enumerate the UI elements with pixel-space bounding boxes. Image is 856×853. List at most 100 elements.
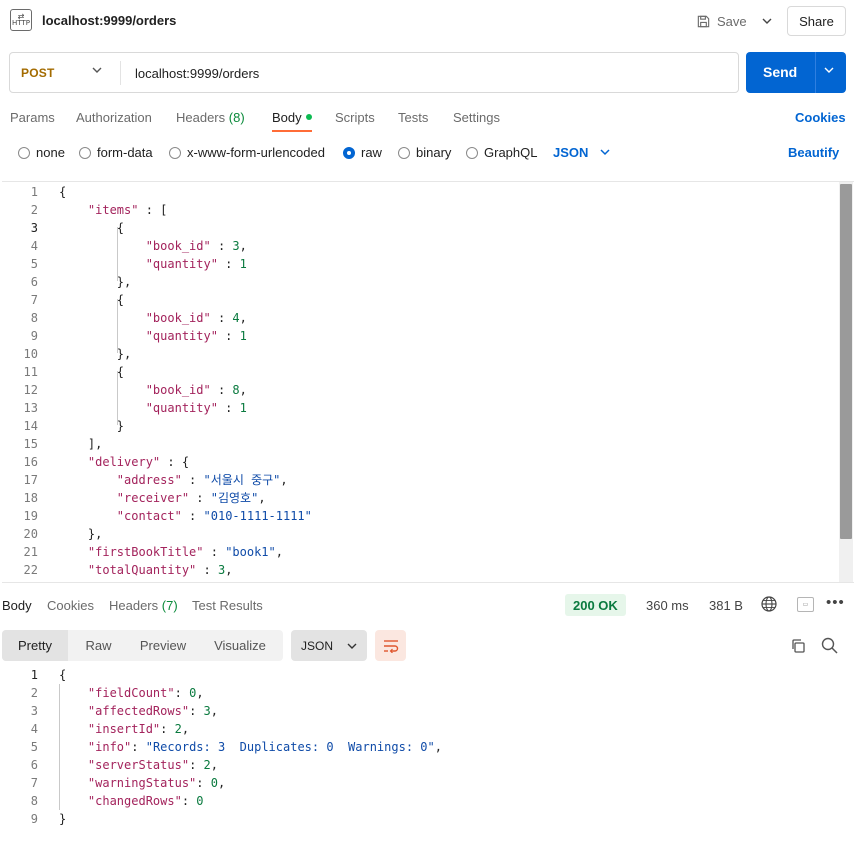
copy-icon[interactable] xyxy=(790,638,806,654)
response-format-select[interactable]: JSON xyxy=(291,630,367,661)
request-tabs: Params Authorization Headers (8) Body Sc… xyxy=(0,106,856,132)
tab-scripts[interactable]: Scripts xyxy=(335,110,375,125)
request-title[interactable]: localhost:9999/orders xyxy=(42,13,176,28)
line-number: 13 xyxy=(23,401,38,415)
code-line[interactable]: "warningStatus": 0, xyxy=(59,774,225,792)
code-line[interactable]: "quantity" : 1 xyxy=(59,399,247,417)
view-visualize[interactable]: Visualize xyxy=(197,630,283,661)
active-tab-underline xyxy=(272,130,312,132)
code-line[interactable]: "book_id" : 8, xyxy=(59,381,247,399)
line-number: 11 xyxy=(23,365,38,379)
tab-params[interactable]: Params xyxy=(10,110,55,125)
resp-tab-cookies[interactable]: Cookies xyxy=(47,598,94,613)
code-line[interactable]: { xyxy=(59,291,124,309)
resp-tab-headers[interactable]: Headers (7) xyxy=(109,598,178,613)
line-number: 5 xyxy=(30,740,38,754)
code-line[interactable]: "totalQuantity" : 3, xyxy=(59,561,233,579)
code-line[interactable]: "book_id" : 4, xyxy=(59,309,247,327)
line-number: 7 xyxy=(30,293,38,307)
search-icon[interactable] xyxy=(821,637,838,654)
tab-headers[interactable]: Headers (8) xyxy=(176,110,245,125)
code-line[interactable]: "receiver" : "김영호", xyxy=(59,489,266,507)
code-line[interactable]: "quantity" : 1 xyxy=(59,255,247,273)
code-line[interactable]: "contact" : "010-1111-1111" xyxy=(59,507,312,525)
code-line[interactable]: } xyxy=(59,417,124,435)
send-button[interactable]: Send xyxy=(746,52,846,93)
globe-icon[interactable] xyxy=(761,596,777,612)
view-preview[interactable]: Preview xyxy=(129,630,197,661)
beautify-button[interactable]: Beautify xyxy=(788,145,839,160)
line-number: 12 xyxy=(23,383,38,397)
tab-tests[interactable]: Tests xyxy=(398,110,428,125)
code-line[interactable]: "changedRows": 0 xyxy=(59,792,204,810)
code-line[interactable]: }, xyxy=(59,525,102,543)
radio-raw[interactable]: raw xyxy=(343,145,382,160)
view-raw[interactable]: Raw xyxy=(68,630,129,661)
body-format-select[interactable]: JSON xyxy=(553,145,610,160)
response-size[interactable]: 381 B xyxy=(709,598,743,613)
code-line[interactable]: "firstBookTitle" : "book1", xyxy=(59,543,283,561)
radio-circle xyxy=(79,146,91,159)
code-line[interactable]: { xyxy=(59,666,66,684)
radio-binary-label: binary xyxy=(416,145,452,160)
code-line[interactable]: "book_id" : 3, xyxy=(59,237,247,255)
tab-authorization[interactable]: Authorization xyxy=(76,110,152,125)
radio-urlencoded[interactable]: x-www-form-urlencoded xyxy=(169,145,325,160)
radio-none[interactable]: none xyxy=(18,145,65,160)
line-number: 9 xyxy=(30,329,38,343)
radio-form-data[interactable]: form-data xyxy=(79,145,153,160)
code-line[interactable]: "address" : "서울시 중구", xyxy=(59,471,288,489)
tab-body-label: Body xyxy=(272,110,302,125)
tab-settings[interactable]: Settings xyxy=(453,110,500,125)
wrap-lines-button[interactable] xyxy=(375,630,406,661)
code-line[interactable]: "items" : [ xyxy=(59,201,167,219)
resp-tab-headers-label: Headers xyxy=(109,598,159,613)
code-line[interactable]: "quantity" : 1 xyxy=(59,327,247,345)
resp-tab-body[interactable]: Body xyxy=(2,598,32,613)
code-line[interactable]: } xyxy=(59,810,66,828)
code-line[interactable]: "serverStatus": 2, xyxy=(59,756,218,774)
resp-headers-count: (7) xyxy=(161,598,178,613)
view-pretty[interactable]: Pretty xyxy=(2,630,68,661)
code-line[interactable]: "info": "Records: 3 Duplicates: 0 Warnin… xyxy=(59,738,442,756)
code-line[interactable]: }, xyxy=(59,273,131,291)
code-line[interactable]: { xyxy=(59,363,124,381)
response-tabs: Body Cookies Headers (7) Test Results 20… xyxy=(0,594,856,618)
save-button[interactable]: Save xyxy=(696,10,747,32)
code-line[interactable]: "insertId": 2, xyxy=(59,720,189,738)
cookies-link[interactable]: Cookies xyxy=(795,110,846,125)
tab-headers-label: Headers xyxy=(176,110,226,125)
http-file-icon: ⇄ HTTP xyxy=(10,9,32,31)
url-bar: POST localhost:9999/orders xyxy=(9,52,739,93)
response-time[interactable]: 360 ms xyxy=(646,598,689,613)
method-chevron-down-icon[interactable] xyxy=(92,64,102,76)
line-number: 14 xyxy=(23,419,38,433)
more-options-icon[interactable]: ••• xyxy=(826,594,845,611)
tab-body[interactable]: Body xyxy=(272,110,312,125)
method-select[interactable]: POST xyxy=(21,66,54,80)
save-response-icon[interactable]: ▭ xyxy=(797,597,814,612)
request-body-editor[interactable]: 1 {2 "items" : [3 {4 "book_id" : 3, 5 "qua… xyxy=(2,181,854,583)
radio-circle xyxy=(398,146,410,159)
line-number: 3 xyxy=(30,221,38,235)
url-input[interactable]: localhost:9999/orders xyxy=(135,66,259,81)
line-number: 4 xyxy=(30,239,38,253)
code-line[interactable]: { xyxy=(59,183,66,201)
code-line[interactable]: "affectedRows": 3, xyxy=(59,702,218,720)
resp-tab-test-results[interactable]: Test Results xyxy=(192,598,263,613)
code-line[interactable]: }, xyxy=(59,345,131,363)
share-button[interactable]: Share xyxy=(787,6,846,36)
line-number: 4 xyxy=(30,722,38,736)
code-line[interactable]: "fieldCount": 0, xyxy=(59,684,204,702)
line-number: 21 xyxy=(23,545,38,559)
send-options-chevron-icon[interactable] xyxy=(824,64,834,76)
editor-scrollbar-thumb[interactable] xyxy=(840,184,852,539)
code-line[interactable]: ], xyxy=(59,435,102,453)
status-badge[interactable]: 200 OK xyxy=(565,594,626,616)
radio-graphql[interactable]: GraphQL xyxy=(466,145,537,160)
code-line[interactable]: { xyxy=(59,219,124,237)
radio-binary[interactable]: binary xyxy=(398,145,451,160)
save-options-chevron-icon[interactable] xyxy=(760,12,774,30)
code-line[interactable]: "delivery" : { xyxy=(59,453,189,471)
response-body-viewer[interactable]: 1 {2 "fieldCount": 0, 3 "affectedRows": 3,… xyxy=(2,666,854,846)
